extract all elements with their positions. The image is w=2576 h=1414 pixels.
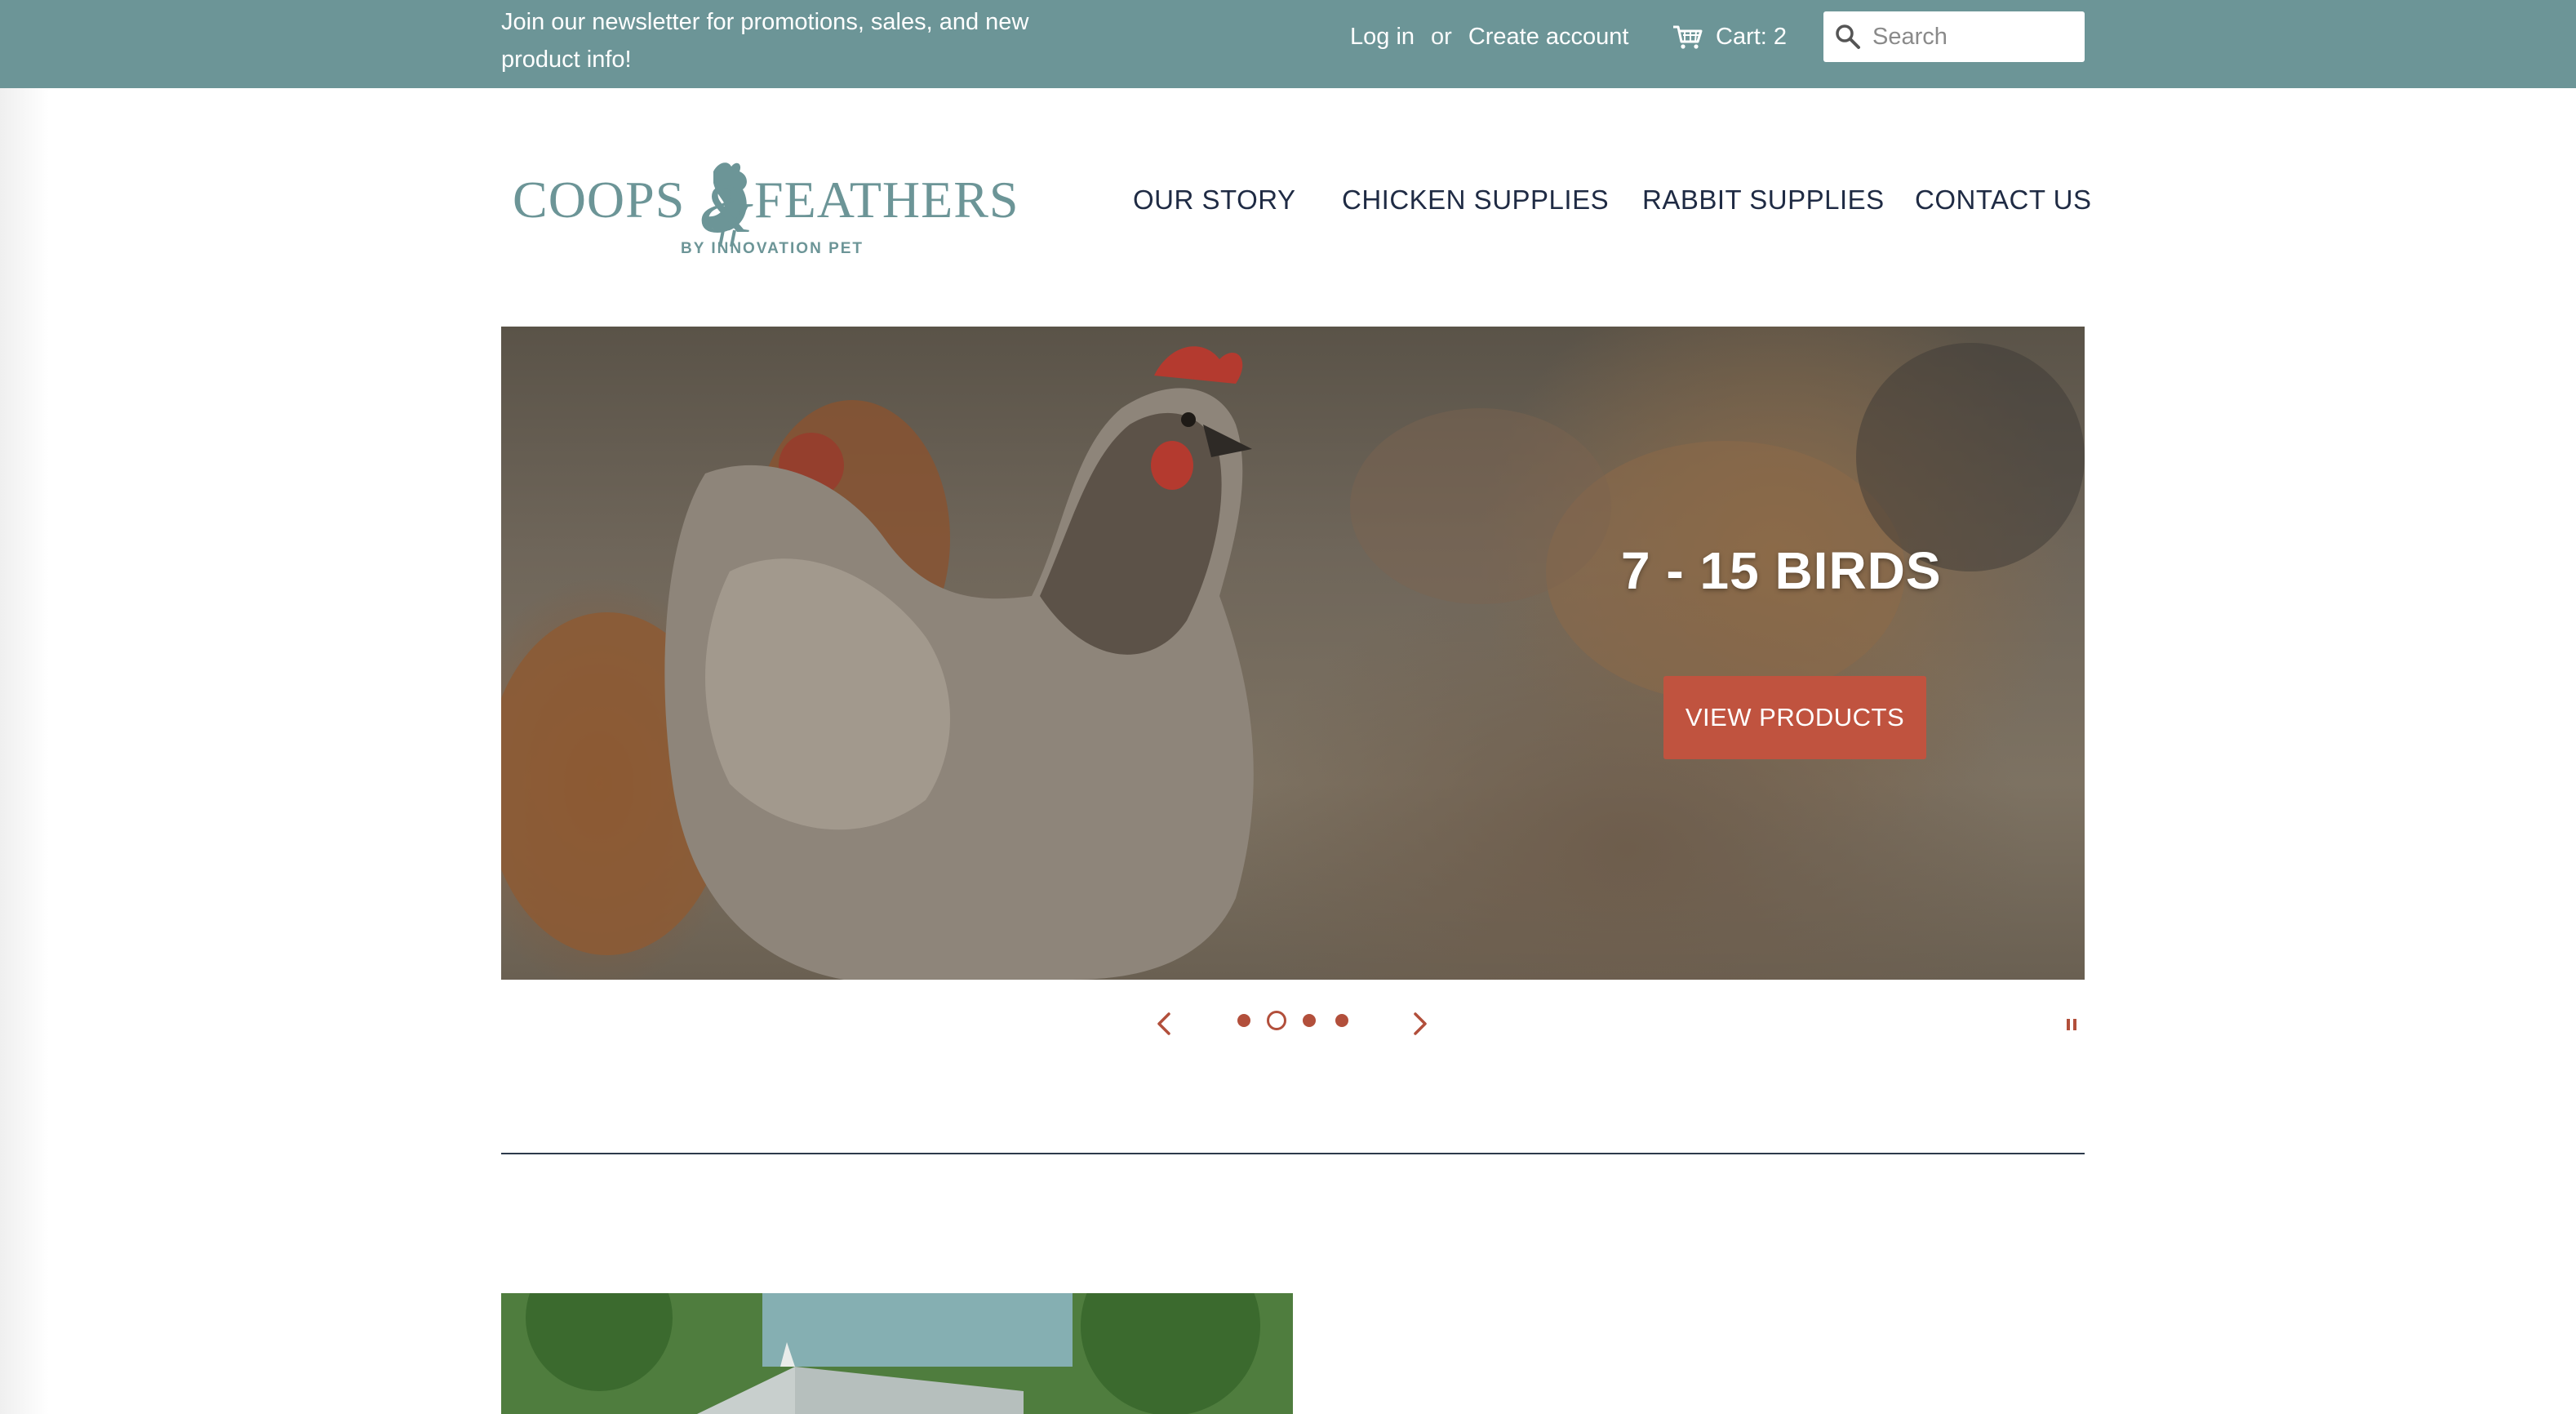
nav-item-contact-us[interactable]: CONTACT US — [1915, 185, 2091, 229]
create-account-link[interactable]: Create account — [1468, 24, 1629, 51]
slide-dot-3[interactable] — [1303, 1014, 1316, 1027]
newsletter-text[interactable]: Join our newsletter for promotions, sale… — [501, 3, 1073, 78]
chevron-left-icon — [1157, 1012, 1170, 1035]
login-link[interactable]: Log in — [1350, 24, 1415, 51]
pause-icon — [2067, 1019, 2076, 1030]
pause-slideshow-button[interactable] — [2062, 1001, 2086, 1047]
slide-dot-4[interactable] — [1335, 1014, 1348, 1027]
view-products-button[interactable]: VIEW PRODUCTS — [1663, 676, 1926, 759]
cart-label: Cart: 2 — [1716, 23, 1788, 50]
announcement-bar: Join our newsletter for promotions, sale… — [0, 0, 2576, 88]
account-links: Log in or Create account — [1350, 18, 1628, 56]
featured-coop-image[interactable] — [501, 1293, 1293, 1414]
slide-dot-1[interactable] — [1237, 1014, 1250, 1027]
coop-photo — [501, 1293, 1293, 1414]
nav-item-our-story[interactable]: OUR STORY — [1133, 185, 1296, 229]
hero-slide: 7 - 15 BIRDS VIEW PRODUCTS — [501, 327, 2085, 980]
nav-label: OUR STORY — [1133, 185, 1296, 215]
search-icon[interactable] — [1835, 24, 1861, 50]
logo-brand-right: FEATHERS — [754, 171, 1019, 229]
site-logo[interactable]: COOPS & FEATHERS BY INNOVATION PET — [509, 155, 1024, 261]
next-slide-button[interactable] — [1399, 1001, 1440, 1047]
logo-ampersand: & — [699, 169, 753, 247]
or-separator: or — [1431, 23, 1452, 50]
hero-image — [501, 343, 2085, 980]
logo-brand-left: COOPS — [513, 171, 685, 229]
nav-item-rabbit-supplies[interactable]: RABBIT SUPPLIES — [1642, 185, 1885, 229]
nav-item-chicken-supplies[interactable]: CHICKEN SUPPLIES — [1342, 185, 1609, 229]
slide-dot-2[interactable] — [1267, 1011, 1286, 1030]
cart-link[interactable]: Cart: 2 — [1672, 18, 1787, 56]
search-input[interactable] — [1872, 23, 2068, 51]
chevron-right-icon — [1414, 1012, 1427, 1035]
section-divider — [501, 1153, 2085, 1154]
logo-mark: COOPS & FEATHERS BY INNOVATION PET — [513, 162, 1019, 257]
prev-slide-button[interactable] — [1144, 1001, 1185, 1047]
search-bar[interactable] — [1823, 11, 2085, 62]
page-edge-shade — [0, 88, 49, 1414]
cart-icon — [1673, 25, 1703, 49]
logo-tagline: BY INNOVATION PET — [681, 240, 864, 257]
nav-label: CHICKEN SUPPLIES — [1342, 185, 1610, 215]
hero-title: 7 - 15 BIRDS — [1621, 541, 1942, 600]
nav-label: RABBIT SUPPLIES — [1642, 185, 1885, 215]
nav-label: CONTACT US — [1915, 185, 2092, 215]
